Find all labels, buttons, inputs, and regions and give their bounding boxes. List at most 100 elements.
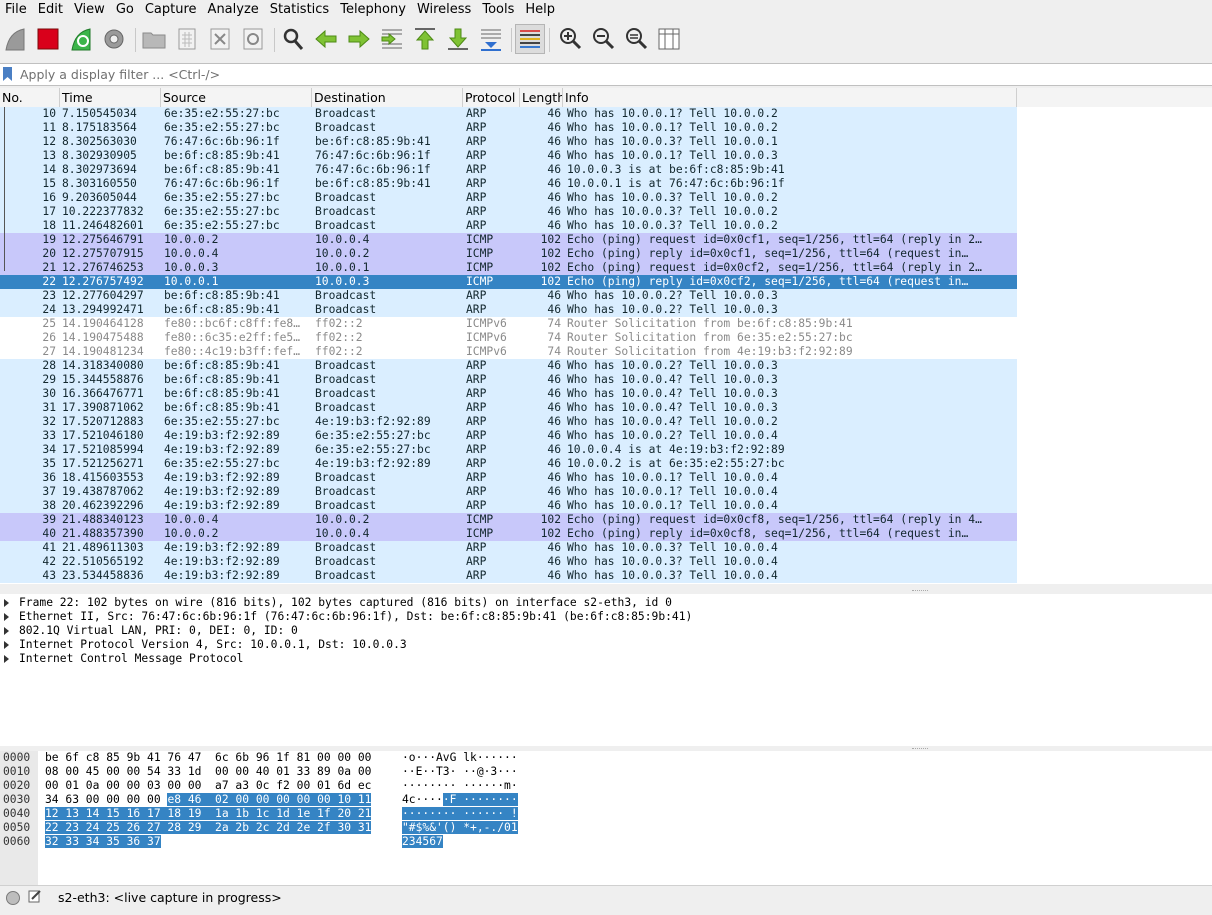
packet-row[interactable]: 21 12.276746253 10.0.0.3 10.0.0.1 ICMP 102 Ech…: [0, 261, 1017, 275]
go-first-button[interactable]: [410, 24, 440, 54]
menu-telephony[interactable]: Telephony: [335, 0, 412, 20]
packet-row[interactable]: 34 17.521085994 4e:19:b3:f2:92:89 6e:35:e2:…: [0, 443, 1017, 457]
ascii-bytes[interactable]: 4c·····F ········: [402, 793, 518, 807]
menu-file[interactable]: File: [0, 0, 33, 20]
selected-packet-row[interactable]: 22 12.276757492 10.0.0.1 10.0.0.3 ICMP 102 Ech…: [0, 275, 1017, 289]
hex-bytes[interactable]: 32 33 34 35 36 37: [45, 835, 161, 849]
packet-row[interactable]: 30 16.366476771 be:6f:c8:85:9b:41 Broadcast…: [0, 387, 1017, 401]
expand-arrow-icon[interactable]: [4, 641, 9, 649]
hex-bytes[interactable]: 12 13 14 15 16 17 18 19 1a 1b 1c 1d 1e 1…: [45, 807, 372, 821]
details-tree-item[interactable]: 802.1Q Virtual LAN, PRI: 0, DEI: 0, ID: …: [0, 624, 1212, 638]
column-header-destination[interactable]: Destination: [312, 88, 463, 107]
packet-row[interactable]: 36 18.415603553 4e:19:b3:f2:92:89 Broadcast…: [0, 471, 1017, 485]
packet-row[interactable]: 29 15.344558876 be:6f:c8:85:9b:41 Broadcast…: [0, 373, 1017, 387]
zoom-in-button[interactable]: [555, 24, 585, 54]
go-forward-button[interactable]: [344, 24, 374, 54]
packet-row[interactable]: 13 8.302930905 be:6f:c8:85:9b:41 76:47:6c:6…: [0, 149, 1017, 163]
packet-row[interactable]: 14 8.302973694 be:6f:c8:85:9b:41 76:47:6c:6…: [0, 163, 1017, 177]
packet-row[interactable]: 25 14.190464128 fe80::bc6f:c8ff:fe8… ff02::…: [0, 317, 1017, 331]
display-filter-input[interactable]: [16, 64, 1212, 85]
ascii-bytes[interactable]: ··E··T3· ··@·3···: [402, 765, 518, 779]
details-tree-item[interactable]: Internet Control Message Protocol: [0, 652, 1212, 666]
menu-view[interactable]: View: [69, 0, 111, 20]
packet-row[interactable]: 10 7.150545034 6e:35:e2:55:27:bc Broadcast A…: [0, 107, 1017, 121]
reload-file-button[interactable]: [238, 24, 268, 54]
menu-tools[interactable]: Tools: [477, 0, 520, 20]
menu-help[interactable]: Help: [520, 0, 561, 20]
packet-row[interactable]: 12 8.302563030 76:47:6c:6b:96:1f be:6f:c8:8…: [0, 135, 1017, 149]
expand-arrow-icon[interactable]: [4, 613, 9, 621]
packet-row[interactable]: 28 14.318340080 be:6f:c8:85:9b:41 Broadcast…: [0, 359, 1017, 373]
column-header-info[interactable]: Info: [563, 88, 1017, 107]
packet-row[interactable]: 26 14.190475488 fe80::6c35:e2ff:fe5… ff02::…: [0, 331, 1017, 345]
packet-row[interactable]: 23 12.277604297 be:6f:c8:85:9b:41 Broadcast…: [0, 289, 1017, 303]
go-back-button[interactable]: [311, 24, 341, 54]
packet-row[interactable]: 43 23.534458836 4e:19:b3:f2:92:89 Broadcast…: [0, 569, 1017, 583]
packet-row[interactable]: 37 19.438787062 4e:19:b3:f2:92:89 Broadcast…: [0, 485, 1017, 499]
ascii-bytes[interactable]: ········ ······ !: [402, 807, 518, 821]
packet-row[interactable]: 15 8.303160550 76:47:6c:6b:96:1f be:6f:c8:8…: [0, 177, 1017, 191]
menu-capture[interactable]: Capture: [140, 0, 203, 20]
expand-arrow-icon[interactable]: [4, 599, 9, 607]
packet-row[interactable]: 32 17.520712883 6e:35:e2:55:27:bc 4e:19:b3:…: [0, 415, 1017, 429]
ascii-bytes[interactable]: ·o···AvG lk······: [402, 751, 518, 765]
bookmark-icon[interactable]: [3, 67, 12, 81]
colorize-button[interactable]: [515, 24, 545, 54]
go-to-packet-button[interactable]: [377, 24, 407, 54]
details-tree-item[interactable]: Ethernet II, Src: 76:47:6c:6b:96:1f (76:…: [0, 610, 1212, 624]
details-tree-item[interactable]: Frame 22: 102 bytes on wire (816 bits), …: [0, 596, 1212, 610]
expert-info-indicator[interactable]: [6, 891, 20, 905]
menu-analyze[interactable]: Analyze: [203, 0, 265, 20]
column-header-source[interactable]: Source: [161, 88, 312, 107]
hex-bytes[interactable]: 22 23 24 25 26 27 28 29 2a 2b 2c 2d 2e 2…: [45, 821, 372, 835]
column-header-length[interactable]: Length: [520, 88, 563, 107]
packet-row[interactable]: 33 17.521046180 4e:19:b3:f2:92:89 6e:35:e2:…: [0, 429, 1017, 443]
packet-row[interactable]: 31 17.390871062 be:6f:c8:85:9b:41 Broadcast…: [0, 401, 1017, 415]
packet-row[interactable]: 20 12.275707915 10.0.0.4 10.0.0.2 ICMP 102 Ech…: [0, 247, 1017, 261]
column-header-no[interactable]: No.: [0, 88, 60, 107]
ascii-bytes[interactable]: ········ ······m·: [402, 779, 518, 793]
packet-row[interactable]: 27 14.190481234 fe80::4c19:b3ff:fef… ff02::…: [0, 345, 1017, 359]
packet-row[interactable]: 24 13.294992471 be:6f:c8:85:9b:41 Broadcast…: [0, 303, 1017, 317]
hex-bytes[interactable]: 34 63 00 00 00 00 e8 46 02 00 00 00 00 0…: [45, 793, 372, 807]
capture-options-button[interactable]: [99, 24, 129, 54]
restart-capture-button[interactable]: [66, 24, 96, 54]
packet-row[interactable]: 11 8.175183564 6e:35:e2:55:27:bc Broadcast A…: [0, 121, 1017, 135]
autoscroll-button[interactable]: [476, 24, 506, 54]
stop-capture-button[interactable]: [33, 24, 63, 54]
capture-comment-icon[interactable]: [28, 889, 42, 903]
hex-bytes[interactable]: be 6f c8 85 9b 41 76 47 6c 6b 96 1f 81 0…: [45, 751, 371, 765]
open-file-button[interactable]: [139, 24, 169, 54]
menu-edit[interactable]: Edit: [33, 0, 69, 20]
packet-row[interactable]: 16 9.203605044 6e:35:e2:55:27:bc Broadcast A…: [0, 191, 1017, 205]
packet-row[interactable]: 42 22.510565192 4e:19:b3:f2:92:89 Broadcast…: [0, 555, 1017, 569]
menu-wireless[interactable]: Wireless: [412, 0, 477, 20]
packet-row[interactable]: 38 20.462392296 4e:19:b3:f2:92:89 Broadcast…: [0, 499, 1017, 513]
packet-row[interactable]: 18 11.246482601 6e:35:e2:55:27:bc Broadcast…: [0, 219, 1017, 233]
packet-row[interactable]: 41 21.489611303 4e:19:b3:f2:92:89 Broadcast…: [0, 541, 1017, 555]
packet-list[interactable]: 10 7.150545034 6e:35:e2:55:27:bc Broadcast A…: [0, 107, 1212, 584]
ascii-bytes[interactable]: "#$%&'() *+,-./01: [402, 821, 518, 835]
hex-bytes[interactable]: 00 01 0a 00 00 03 00 00 a7 a3 0c f2 00 0…: [45, 779, 371, 793]
packet-row[interactable]: 35 17.521256271 6e:35:e2:55:27:bc 4e:19:b3:…: [0, 457, 1017, 471]
packet-row[interactable]: 39 21.488340123 10.0.0.4 10.0.0.2 ICMP 102 Ech…: [0, 513, 1017, 527]
packet-row[interactable]: 19 12.275646791 10.0.0.2 10.0.0.4 ICMP 102 Ech…: [0, 233, 1017, 247]
packet-row[interactable]: 40 21.488357390 10.0.0.2 10.0.0.4 ICMP 102 Ech…: [0, 527, 1017, 541]
zoom-out-button[interactable]: [588, 24, 618, 54]
expand-arrow-icon[interactable]: [4, 655, 9, 663]
find-packet-button[interactable]: [278, 24, 308, 54]
ascii-bytes[interactable]: 234567: [402, 835, 443, 849]
menu-statistics[interactable]: Statistics: [265, 0, 335, 20]
hex-bytes[interactable]: 08 00 45 00 00 54 33 1d 00 00 40 01 33 8…: [45, 765, 371, 779]
start-capture-button[interactable]: [0, 24, 30, 54]
zoom-normal-button[interactable]: [621, 24, 651, 54]
details-tree-item[interactable]: Internet Protocol Version 4, Src: 10.0.0…: [0, 638, 1212, 652]
menu-go[interactable]: Go: [111, 0, 140, 20]
column-header-time[interactable]: Time: [60, 88, 161, 107]
packet-row[interactable]: 17 10.222377832 6e:35:e2:55:27:bc Broadcast…: [0, 205, 1017, 219]
save-file-button[interactable]: [172, 24, 202, 54]
go-last-button[interactable]: [443, 24, 473, 54]
resize-columns-button[interactable]: [654, 24, 684, 54]
column-header-protocol[interactable]: Protocol: [463, 88, 520, 107]
close-file-button[interactable]: [205, 24, 235, 54]
